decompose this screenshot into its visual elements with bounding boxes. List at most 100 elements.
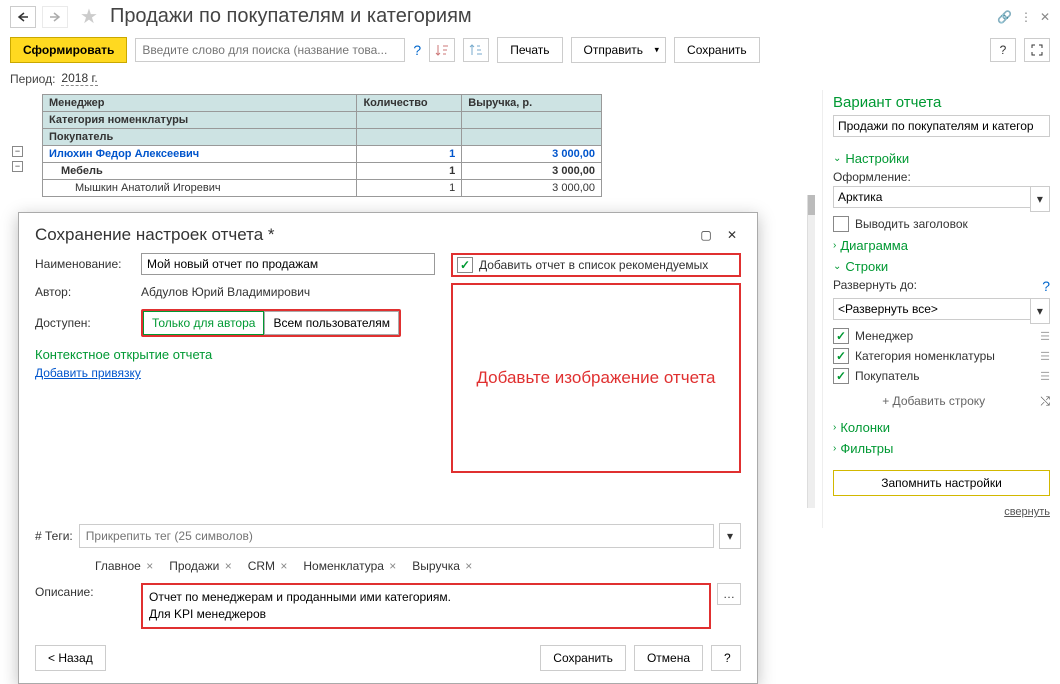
tag-item[interactable]: Продажи × [169, 559, 231, 573]
access-label: Доступен: [35, 316, 135, 330]
row-item[interactable]: Покупатель☰ [833, 368, 1050, 384]
send-button[interactable]: Отправить [571, 37, 667, 63]
period-value[interactable]: 2018 г. [61, 71, 97, 86]
drag-handle-icon[interactable]: ☰ [1040, 330, 1050, 343]
tag-remove-icon[interactable]: × [225, 559, 232, 573]
col-header-buyer: Покупатель [43, 129, 357, 146]
access-toggle: Только для автора Всем пользователям [141, 309, 401, 337]
search-help-icon[interactable]: ? [413, 42, 421, 58]
dialog-title: Сохранение настроек отчета * [35, 225, 689, 245]
sort-desc-button[interactable] [463, 38, 489, 62]
save-settings-dialog: Сохранение настроек отчета * ▢ ✕ Наимено… [18, 212, 758, 684]
tags-label: # Теги: [35, 529, 73, 543]
row-item[interactable]: Менеджер☰ [833, 328, 1050, 344]
style-dropdown-icon[interactable]: ▾ [1030, 186, 1050, 212]
maximize-icon[interactable]: ▢ [697, 226, 715, 244]
help-button[interactable]: ? [990, 38, 1016, 62]
vertical-scrollbar[interactable] [807, 195, 815, 508]
name-input[interactable] [141, 253, 435, 275]
tag-remove-icon[interactable]: × [389, 559, 396, 573]
access-all-users[interactable]: Всем пользователям [264, 311, 399, 335]
help-icon[interactable]: ? [1042, 278, 1050, 294]
drag-handle-icon[interactable]: ☰ [1040, 350, 1050, 363]
top-bar: ★ Продажи по покупателям и категориям 🔗 … [0, 0, 1060, 33]
collapse-panel-link[interactable]: свернуть [833, 506, 1050, 518]
col-header-manager: Менеджер [43, 95, 357, 112]
expand-label: Развернуть до: [833, 278, 917, 292]
fullscreen-button[interactable] [1024, 38, 1050, 62]
group-rows[interactable]: ⌄Строки [833, 259, 1050, 274]
add-binding-link[interactable]: Добавить привязку [35, 366, 141, 380]
access-only-author[interactable]: Только для автора [143, 311, 264, 335]
col-header-qty: Количество [357, 95, 462, 112]
context-title: Контекстное открытие отчета [35, 347, 435, 362]
tag-item[interactable]: Номенклатура × [303, 559, 396, 573]
description-input[interactable] [141, 583, 711, 629]
variant-select[interactable] [833, 115, 1050, 137]
image-dropzone[interactable]: Добавьте изображение отчета [451, 283, 741, 473]
group-settings[interactable]: ⌄Настройки [833, 151, 1050, 166]
description-label: Описание: [35, 583, 135, 599]
style-select[interactable] [833, 186, 1031, 208]
dialog-help-button[interactable]: ? [711, 645, 741, 671]
expand-select[interactable] [833, 298, 1031, 320]
col-header-revenue: Выручка, р. [462, 95, 602, 112]
checkbox-icon[interactable] [833, 328, 849, 344]
tags-dropdown-icon[interactable]: ▾ [719, 523, 741, 549]
tags-list: Главное × Продажи × CRM × Номенклатура ×… [95, 559, 741, 573]
group-columns[interactable]: ›Колонки [833, 420, 1050, 435]
dialog-cancel-button[interactable]: Отмена [634, 645, 703, 671]
table-row[interactable]: Мышкин Анатолий Игоревич 1 3 000,00 [43, 180, 602, 197]
add-row-link[interactable]: + Добавить строку [833, 388, 1034, 414]
show-header-row[interactable]: Выводить заголовок [833, 216, 1050, 232]
save-button[interactable]: Сохранить [674, 37, 760, 63]
tag-item[interactable]: Выручка × [412, 559, 472, 573]
shuffle-icon[interactable]: ⤭ [1040, 394, 1050, 409]
table-row[interactable]: Мебель 1 3 000,00 [43, 163, 602, 180]
dialog-save-button[interactable]: Сохранить [540, 645, 626, 671]
back-button[interactable] [10, 6, 36, 28]
tag-remove-icon[interactable]: × [146, 559, 153, 573]
remember-settings-button[interactable]: Запомнить настройки [833, 470, 1050, 496]
collapse-row-icon[interactable]: − [12, 161, 23, 172]
close-icon[interactable]: ✕ [1040, 10, 1050, 24]
back-button[interactable]: < Назад [35, 645, 106, 671]
generate-button[interactable]: Сформировать [10, 37, 127, 63]
favorite-icon[interactable]: ★ [80, 4, 98, 29]
recommended-checkbox-row[interactable]: Добавить отчет в список рекомендуемых [451, 253, 741, 277]
tag-item[interactable]: CRM × [248, 559, 288, 573]
menu-icon[interactable]: ⋮ [1020, 10, 1032, 24]
report-table: Менеджер Количество Выручка, р. Категори… [42, 94, 602, 197]
tags-input[interactable] [79, 524, 714, 548]
sort-asc-button[interactable] [429, 38, 455, 62]
group-diagram[interactable]: ›Диаграмма [833, 238, 1050, 253]
close-icon[interactable]: ✕ [723, 226, 741, 244]
expand-dropdown-icon[interactable]: ▾ [1030, 298, 1050, 324]
style-label: Оформление: [833, 170, 1050, 184]
checkbox-icon[interactable] [833, 368, 849, 384]
row-item[interactable]: Категория номенклатуры☰ [833, 348, 1050, 364]
author-label: Автор: [35, 285, 135, 299]
tag-remove-icon[interactable]: × [280, 559, 287, 573]
search-input[interactable] [135, 38, 405, 62]
checkbox-icon[interactable] [457, 257, 473, 273]
col-header-category: Категория номенклатуры [43, 112, 357, 129]
name-label: Наименование: [35, 257, 135, 271]
collapse-row-icon[interactable]: − [12, 146, 23, 157]
group-filters[interactable]: ›Фильтры [833, 441, 1050, 456]
tag-remove-icon[interactable]: × [465, 559, 472, 573]
tag-item[interactable]: Главное × [95, 559, 153, 573]
forward-button[interactable] [42, 6, 68, 28]
variant-title: Вариант отчета [833, 94, 1050, 111]
checkbox-icon[interactable] [833, 216, 849, 232]
drag-handle-icon[interactable]: ☰ [1040, 370, 1050, 383]
period-label: Период: [10, 72, 55, 86]
description-expand-button[interactable]: … [717, 583, 741, 605]
checkbox-icon[interactable] [833, 348, 849, 364]
page-title: Продажи по покупателям и категориям [110, 5, 991, 28]
link-icon[interactable]: 🔗 [997, 10, 1012, 24]
table-row[interactable]: Илюхин Федор Алексеевич 1 3 000,00 [43, 146, 602, 163]
settings-panel: Вариант отчета ⌄Настройки Оформление: ▾ … [822, 90, 1060, 528]
print-button[interactable]: Печать [497, 37, 562, 63]
author-value: Абдулов Юрий Владимирович [141, 285, 310, 299]
